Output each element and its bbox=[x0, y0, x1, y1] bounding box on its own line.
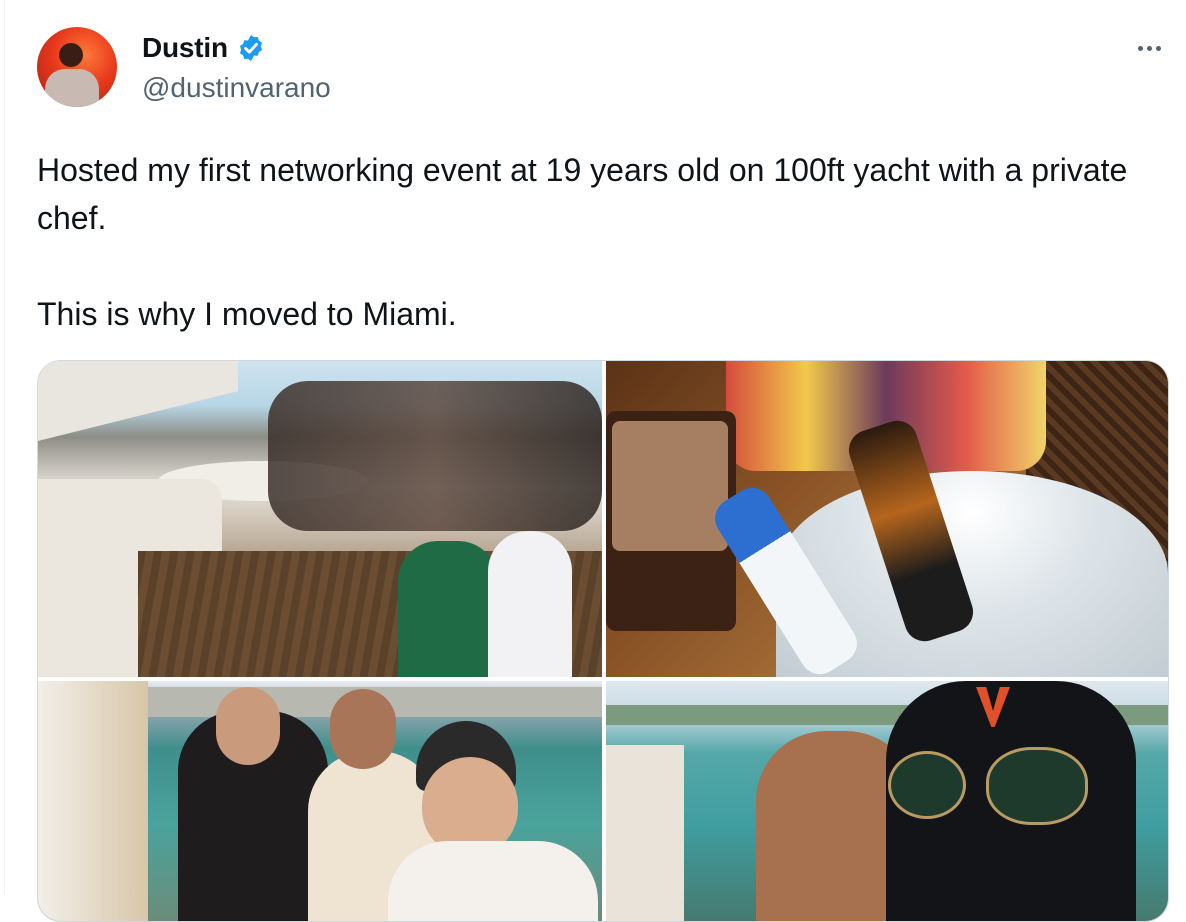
more-dot bbox=[1146, 45, 1152, 51]
author-display-name[interactable]: Dustin bbox=[142, 32, 228, 64]
more-options-icon[interactable] bbox=[1130, 36, 1168, 60]
person-face-2 bbox=[330, 689, 396, 769]
avatar-figure-head bbox=[59, 43, 83, 67]
avatar[interactable] bbox=[37, 27, 117, 107]
group-on-yacht-deck-photo[interactable] bbox=[38, 361, 602, 677]
tweet-text: Hosted my first networking event at 19 y… bbox=[37, 146, 1147, 338]
more-dot bbox=[1155, 45, 1161, 51]
sunglasses-right-lens bbox=[986, 747, 1088, 825]
person-edge-left bbox=[38, 681, 148, 921]
media-grid bbox=[37, 360, 1169, 922]
person-shirt-left bbox=[606, 745, 684, 921]
tweet-paragraph: This is why I moved to Miami. bbox=[37, 296, 457, 332]
more-dot bbox=[1137, 45, 1143, 51]
sunglasses-left-lens bbox=[888, 751, 966, 819]
fruit-platter-and-ice-bucket-photo[interactable] bbox=[606, 361, 1168, 677]
author-name-row[interactable]: Dustin bbox=[142, 30, 266, 66]
person-white-tee bbox=[388, 841, 598, 921]
person-white-shirt bbox=[488, 531, 572, 677]
friends-on-yacht-photo[interactable] bbox=[38, 681, 602, 921]
deck-awning bbox=[38, 361, 238, 441]
person-face-1 bbox=[216, 687, 280, 765]
person-green-shirt bbox=[398, 541, 498, 677]
timeline-border bbox=[4, 0, 5, 894]
group-of-people bbox=[268, 381, 602, 531]
verified-badge-icon bbox=[239, 35, 262, 61]
ski-mask-sunglasses-photo[interactable] bbox=[606, 681, 1168, 921]
author-handle[interactable]: @dustinvarano bbox=[142, 72, 331, 104]
box-lid bbox=[612, 421, 728, 551]
avatar-figure-body bbox=[45, 69, 99, 107]
tweet-paragraph: Hosted my first networking event at 19 y… bbox=[37, 152, 1128, 236]
